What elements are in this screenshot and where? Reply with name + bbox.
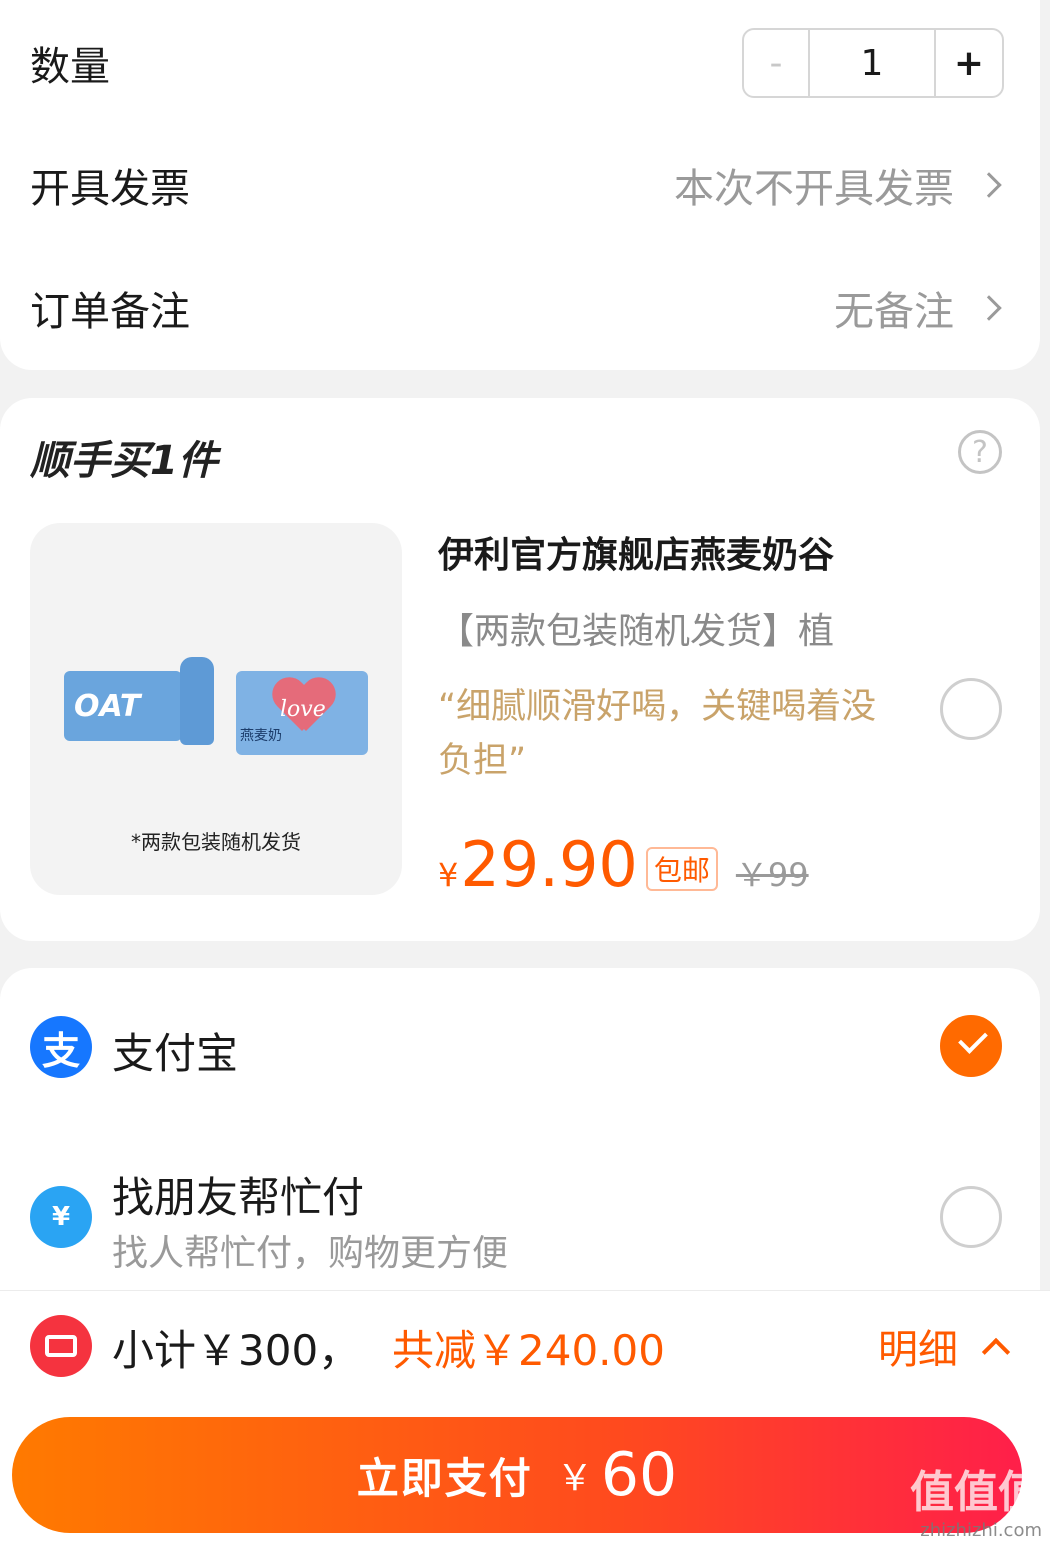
product-name[interactable]: 伊利官方旗舰店燕麦奶谷 — [438, 526, 834, 578]
invoice-label: 开具发票 — [30, 166, 190, 212]
subtotal-text: 小计￥300， — [112, 1326, 361, 1375]
discount-text: 共减￥240.00 — [392, 1326, 665, 1375]
love-box-cn-text: 燕麦奶 — [240, 728, 282, 744]
invoice-value-text: 本次不开具发票 — [674, 166, 954, 212]
oat-box-text: OAT — [74, 689, 141, 724]
original-price: ￥99 — [735, 856, 809, 894]
chevron-right-icon — [976, 295, 1002, 321]
payment-method-alipay[interactable]: 支付宝 — [112, 1020, 238, 1081]
product-image[interactable]: OAT love 燕麦奶 *两款包装随机发货 — [30, 523, 402, 895]
free-shipping-badge: 包邮 — [645, 847, 718, 891]
invoice-value: 本次不开具发票 — [674, 156, 1004, 214]
pay-now-button[interactable]: 立即支付 ￥ 60 — [12, 1417, 1022, 1533]
pay-currency: ￥ — [556, 1458, 593, 1499]
alipay-icon: 支 — [30, 1016, 92, 1078]
price-detail-toggle[interactable]: 明细 — [878, 1317, 1011, 1375]
product-review-quote: “细腻顺滑好喝，关键喝着没负担” — [438, 687, 877, 781]
pay-now-label: 立即支付 — [356, 1453, 533, 1503]
price-currency: ¥ — [438, 856, 459, 894]
addon-purchase-card: 顺手买1件 ? OAT love 燕麦奶 *两款包装随机发货 伊利官方旗舰店燕麦… — [0, 398, 1040, 941]
order-note-row[interactable]: 订单备注 无备注 — [30, 268, 1004, 348]
pay-amount: 60 — [600, 1440, 678, 1510]
question-circle-icon[interactable]: ? — [958, 430, 1002, 474]
addon-select-radio[interactable] — [940, 678, 1002, 740]
quantity-label: 数量 — [30, 44, 110, 90]
payment-methods-card: 支 支付宝 ¥ 找朋友帮忙付 找人帮忙付，购物更方便 — [0, 968, 1040, 1298]
payment-method-friend-subtitle: 找人帮忙付，购物更方便 — [112, 1233, 509, 1274]
increase-quantity-button[interactable]: + — [936, 30, 1002, 96]
love-box-text: love — [280, 697, 326, 722]
chevron-right-icon — [976, 172, 1002, 198]
chevron-up-icon — [981, 1337, 1011, 1367]
oat-box-graphic: OAT — [64, 671, 182, 741]
friend-pay-icon: ¥ — [30, 1186, 92, 1248]
product-price: 29.90 — [460, 828, 638, 901]
coupon-icon — [30, 1315, 92, 1377]
love-box-graphic: love 燕麦奶 — [236, 671, 368, 755]
payment-method-friend[interactable]: 找朋友帮忙付 — [112, 1164, 364, 1225]
product-subtitle: 【两款包装随机发货】植 — [438, 611, 835, 652]
order-options-card: 数量 - 1 + 开具发票 本次不开具发票 订单备注 无备注 — [0, 0, 1040, 370]
friend-pay-radio[interactable] — [940, 1186, 1002, 1248]
site-watermark: 值值值 zhizhizhi.com — [910, 1456, 1042, 1541]
price-detail-label: 明细 — [878, 1327, 958, 1373]
product-image-caption: *两款包装随机发货 — [131, 830, 301, 854]
order-note-label: 订单备注 — [30, 289, 190, 335]
invoice-row[interactable]: 开具发票 本次不开具发票 — [30, 145, 1004, 225]
bottle-graphic — [180, 657, 214, 745]
quantity-input[interactable]: 1 — [810, 30, 936, 96]
checkout-bar: 小计￥300， 共减￥240.00 明细 立即支付 ￥ 60 值值值 zhizh… — [0, 1290, 1050, 1549]
watermark-logo: 值值值 — [910, 1467, 1042, 1518]
alipay-selected-check[interactable] — [940, 1015, 1002, 1077]
order-note-value-text: 无备注 — [834, 289, 954, 335]
order-note-value: 无备注 — [834, 279, 1004, 337]
addon-title: 顺手买1件 — [30, 438, 218, 484]
quantity-row: 数量 - 1 + — [30, 23, 1004, 103]
quantity-stepper: - 1 + — [742, 28, 1004, 98]
watermark-url: zhizhizhi.com — [920, 1520, 1042, 1541]
decrease-quantity-button[interactable]: - — [744, 30, 810, 96]
product-price-row: ¥ 29.90 包邮 ￥99 — [438, 828, 809, 901]
